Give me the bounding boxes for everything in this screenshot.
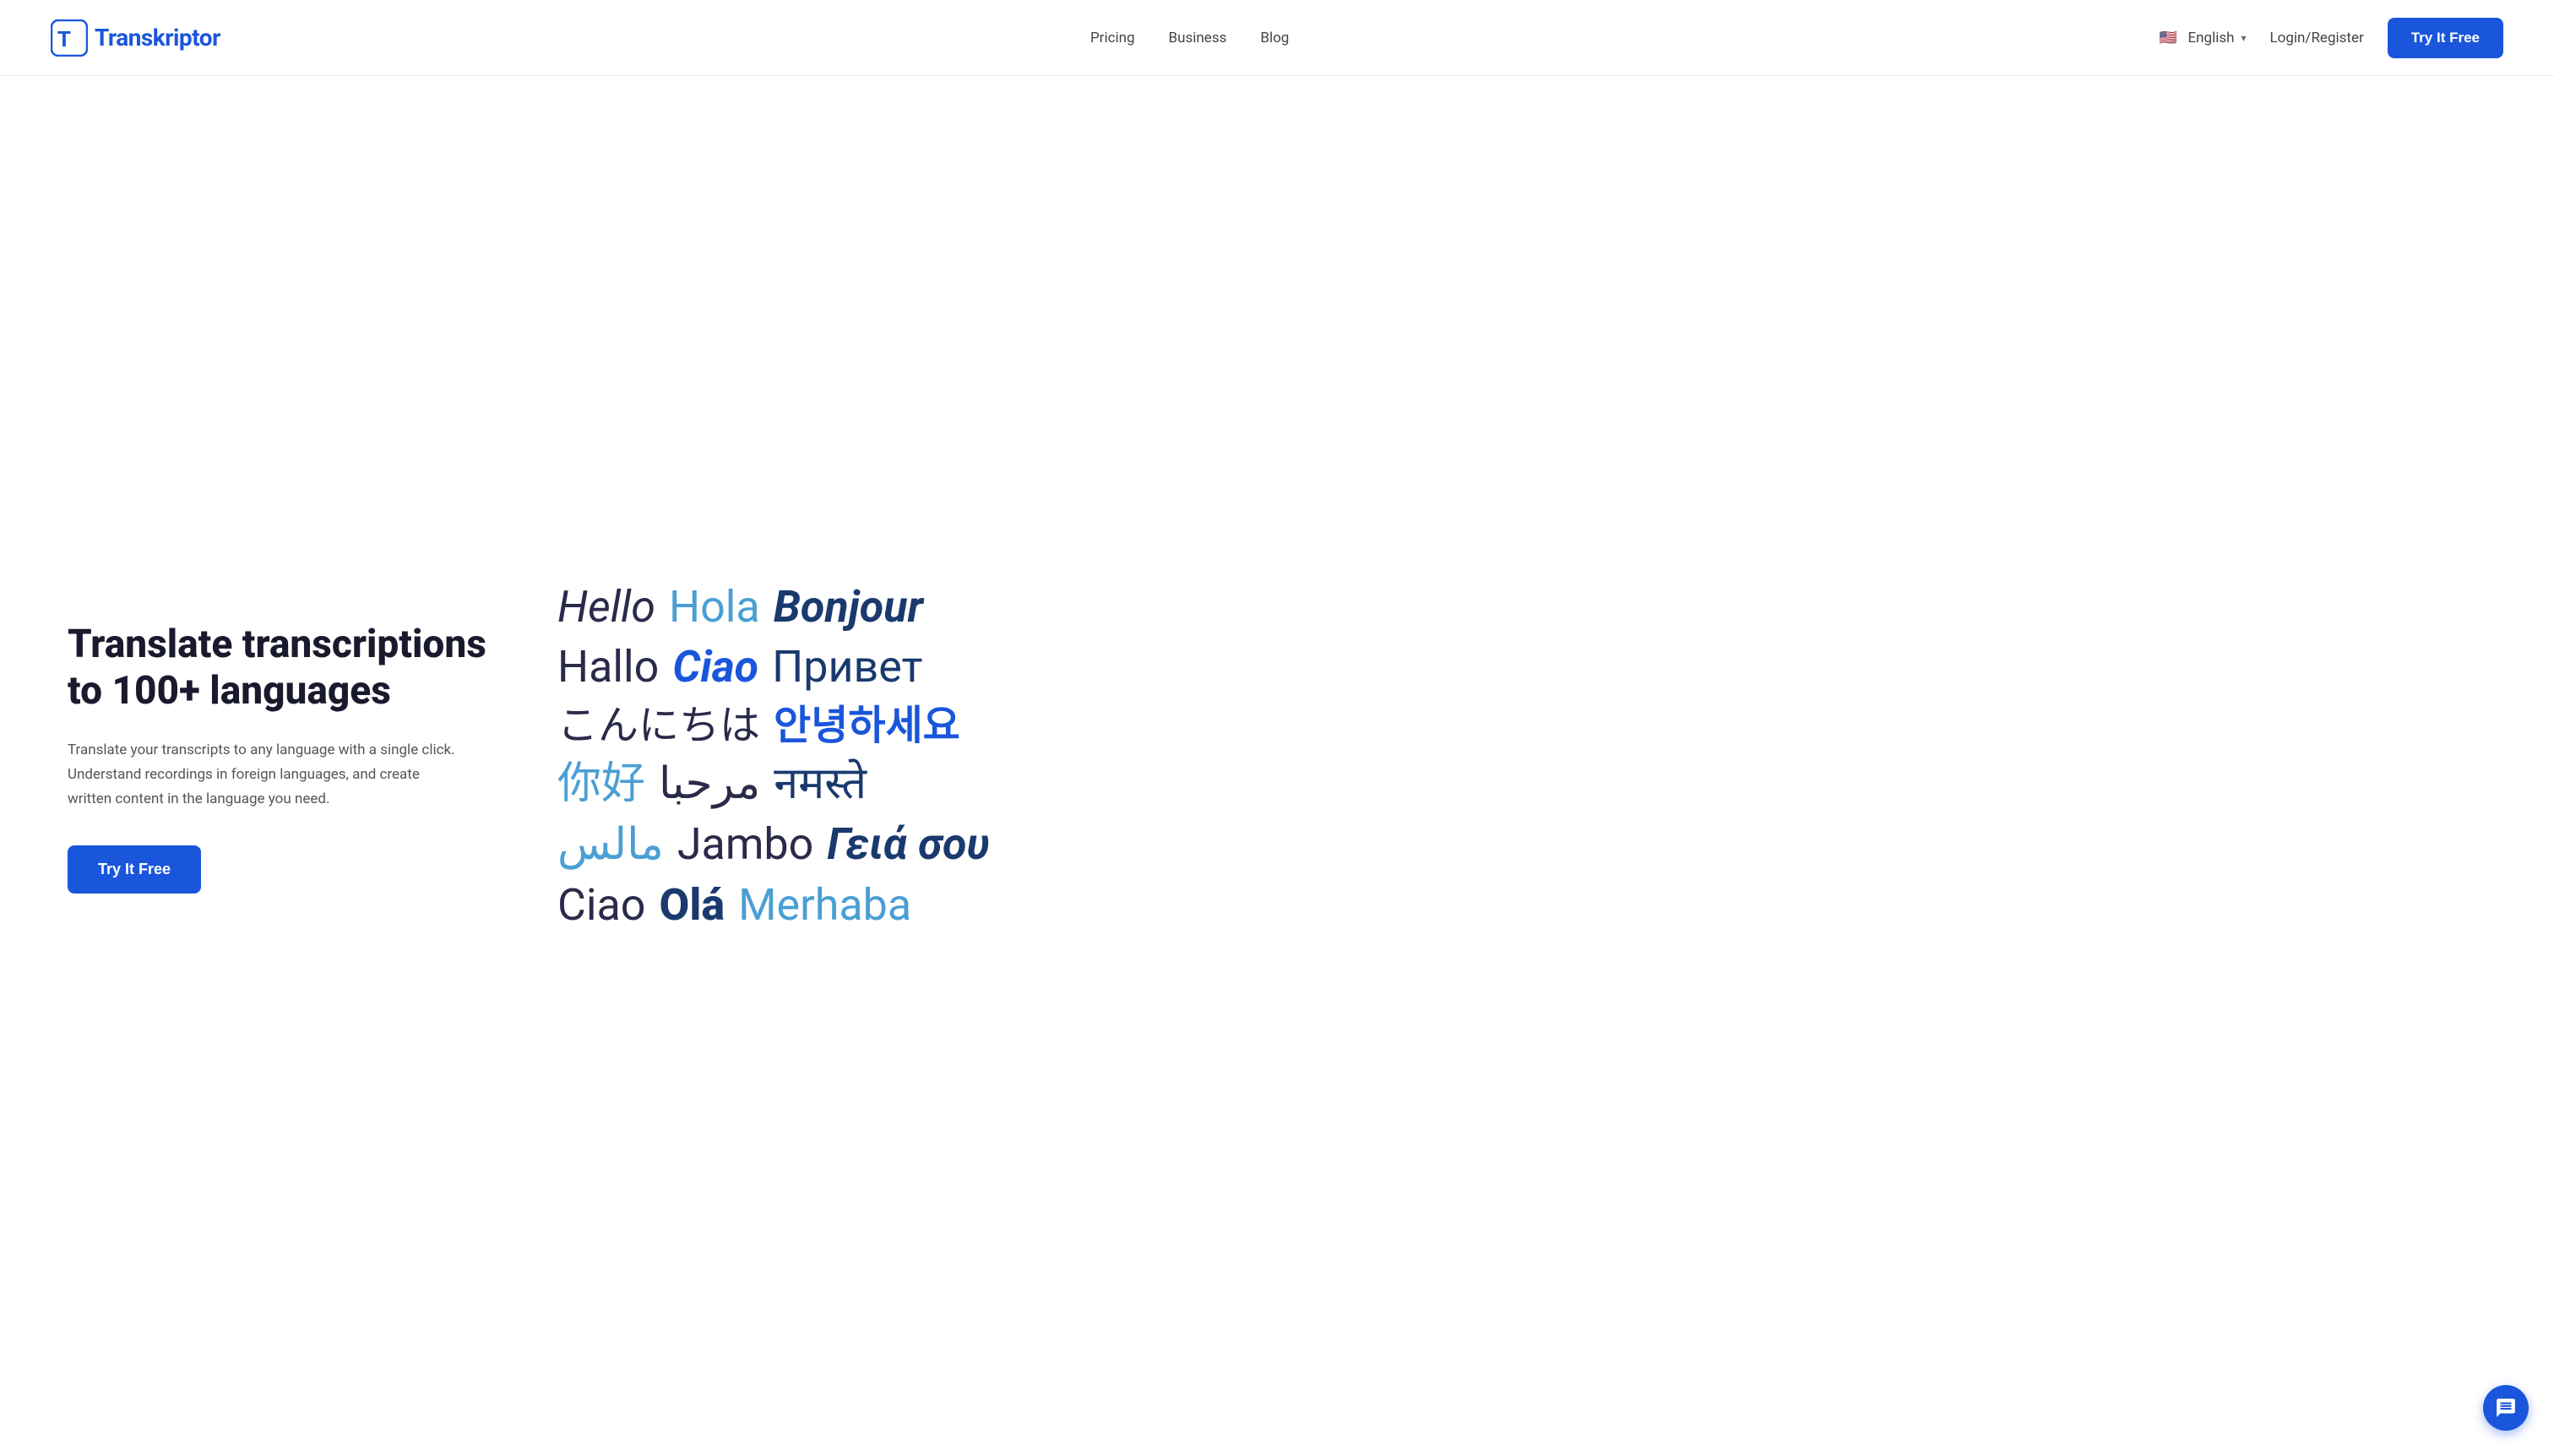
word-ciao2: Ciao bbox=[557, 877, 645, 934]
lang-row-3: こんにちは 안녕하세요 bbox=[557, 699, 960, 752]
word-nihao: 你好 bbox=[557, 755, 645, 812]
chat-support-button[interactable] bbox=[2483, 1385, 2529, 1431]
nav-right: 🇺🇸 English ▾ Login/Register Try It Free bbox=[2159, 18, 2503, 58]
flag-icon: 🇺🇸 bbox=[2159, 30, 2181, 46]
lang-row-1: Hello Hola Bonjour bbox=[557, 579, 923, 636]
logo-text: Transkriptor bbox=[95, 24, 220, 52]
word-ciao: Ciao bbox=[672, 638, 758, 696]
word-bonjour: Bonjour bbox=[774, 579, 923, 636]
lang-row-2: Hallo Ciao Привет bbox=[557, 638, 923, 696]
word-jambo: Jambo bbox=[677, 816, 813, 873]
hero-title: Translate transcriptions to 100+ languag… bbox=[68, 622, 507, 714]
word-marhaba: مرحبا bbox=[659, 755, 760, 812]
word-namaste: नमस्ते bbox=[774, 755, 867, 812]
hero-try-free-button[interactable]: Try It Free bbox=[68, 845, 201, 894]
word-privet: Привет bbox=[772, 638, 922, 696]
lang-row-5: مالس Jambo Γειά σου bbox=[557, 816, 990, 873]
logo-icon: T bbox=[51, 19, 88, 57]
chat-icon bbox=[2495, 1397, 2517, 1419]
hero-left: Translate transcriptions to 100+ languag… bbox=[68, 622, 507, 894]
word-hallo: Hallo bbox=[557, 638, 659, 696]
nav-blog[interactable]: Blog bbox=[1260, 30, 1289, 46]
word-yiasou: Γειά σου bbox=[827, 816, 990, 873]
lang-row-4: 你好 مرحبا नमस्ते bbox=[557, 755, 867, 812]
chevron-down-icon: ▾ bbox=[2241, 32, 2246, 44]
nav-pricing[interactable]: Pricing bbox=[1090, 30, 1135, 46]
word-merhaba: Merhaba bbox=[738, 877, 911, 934]
logo[interactable]: T Transkriptor bbox=[51, 19, 220, 57]
word-konnichiwa: こんにちは bbox=[557, 699, 760, 752]
login-register-link[interactable]: Login/Register bbox=[2270, 30, 2364, 46]
word-hola: Hola bbox=[669, 579, 760, 636]
lang-row-6: Ciao Olá Merhaba bbox=[557, 877, 911, 934]
word-ola: Olá bbox=[659, 877, 725, 934]
word-hello: Hello bbox=[557, 579, 655, 636]
word-annyeong: 안녕하세요 bbox=[774, 699, 960, 752]
hero-description: Translate your transcripts to any langua… bbox=[68, 738, 456, 812]
language-selector[interactable]: 🇺🇸 English ▾ bbox=[2159, 30, 2246, 46]
nav-business[interactable]: Business bbox=[1169, 30, 1227, 46]
language-label: English bbox=[2187, 30, 2234, 46]
word-salam: مالس bbox=[557, 816, 664, 873]
navbar-try-free-button[interactable]: Try It Free bbox=[2388, 18, 2503, 58]
hero-section: Translate transcriptions to 100+ languag… bbox=[0, 76, 2554, 1456]
navbar: T Transkriptor Pricing Business Blog 🇺🇸 … bbox=[0, 0, 2554, 76]
nav-links: Pricing Business Blog bbox=[1090, 30, 1289, 46]
svg-text:T: T bbox=[57, 26, 71, 52]
multilingual-display: Hello Hola Bonjour Hallo Ciao Привет こんに… bbox=[507, 579, 2503, 937]
